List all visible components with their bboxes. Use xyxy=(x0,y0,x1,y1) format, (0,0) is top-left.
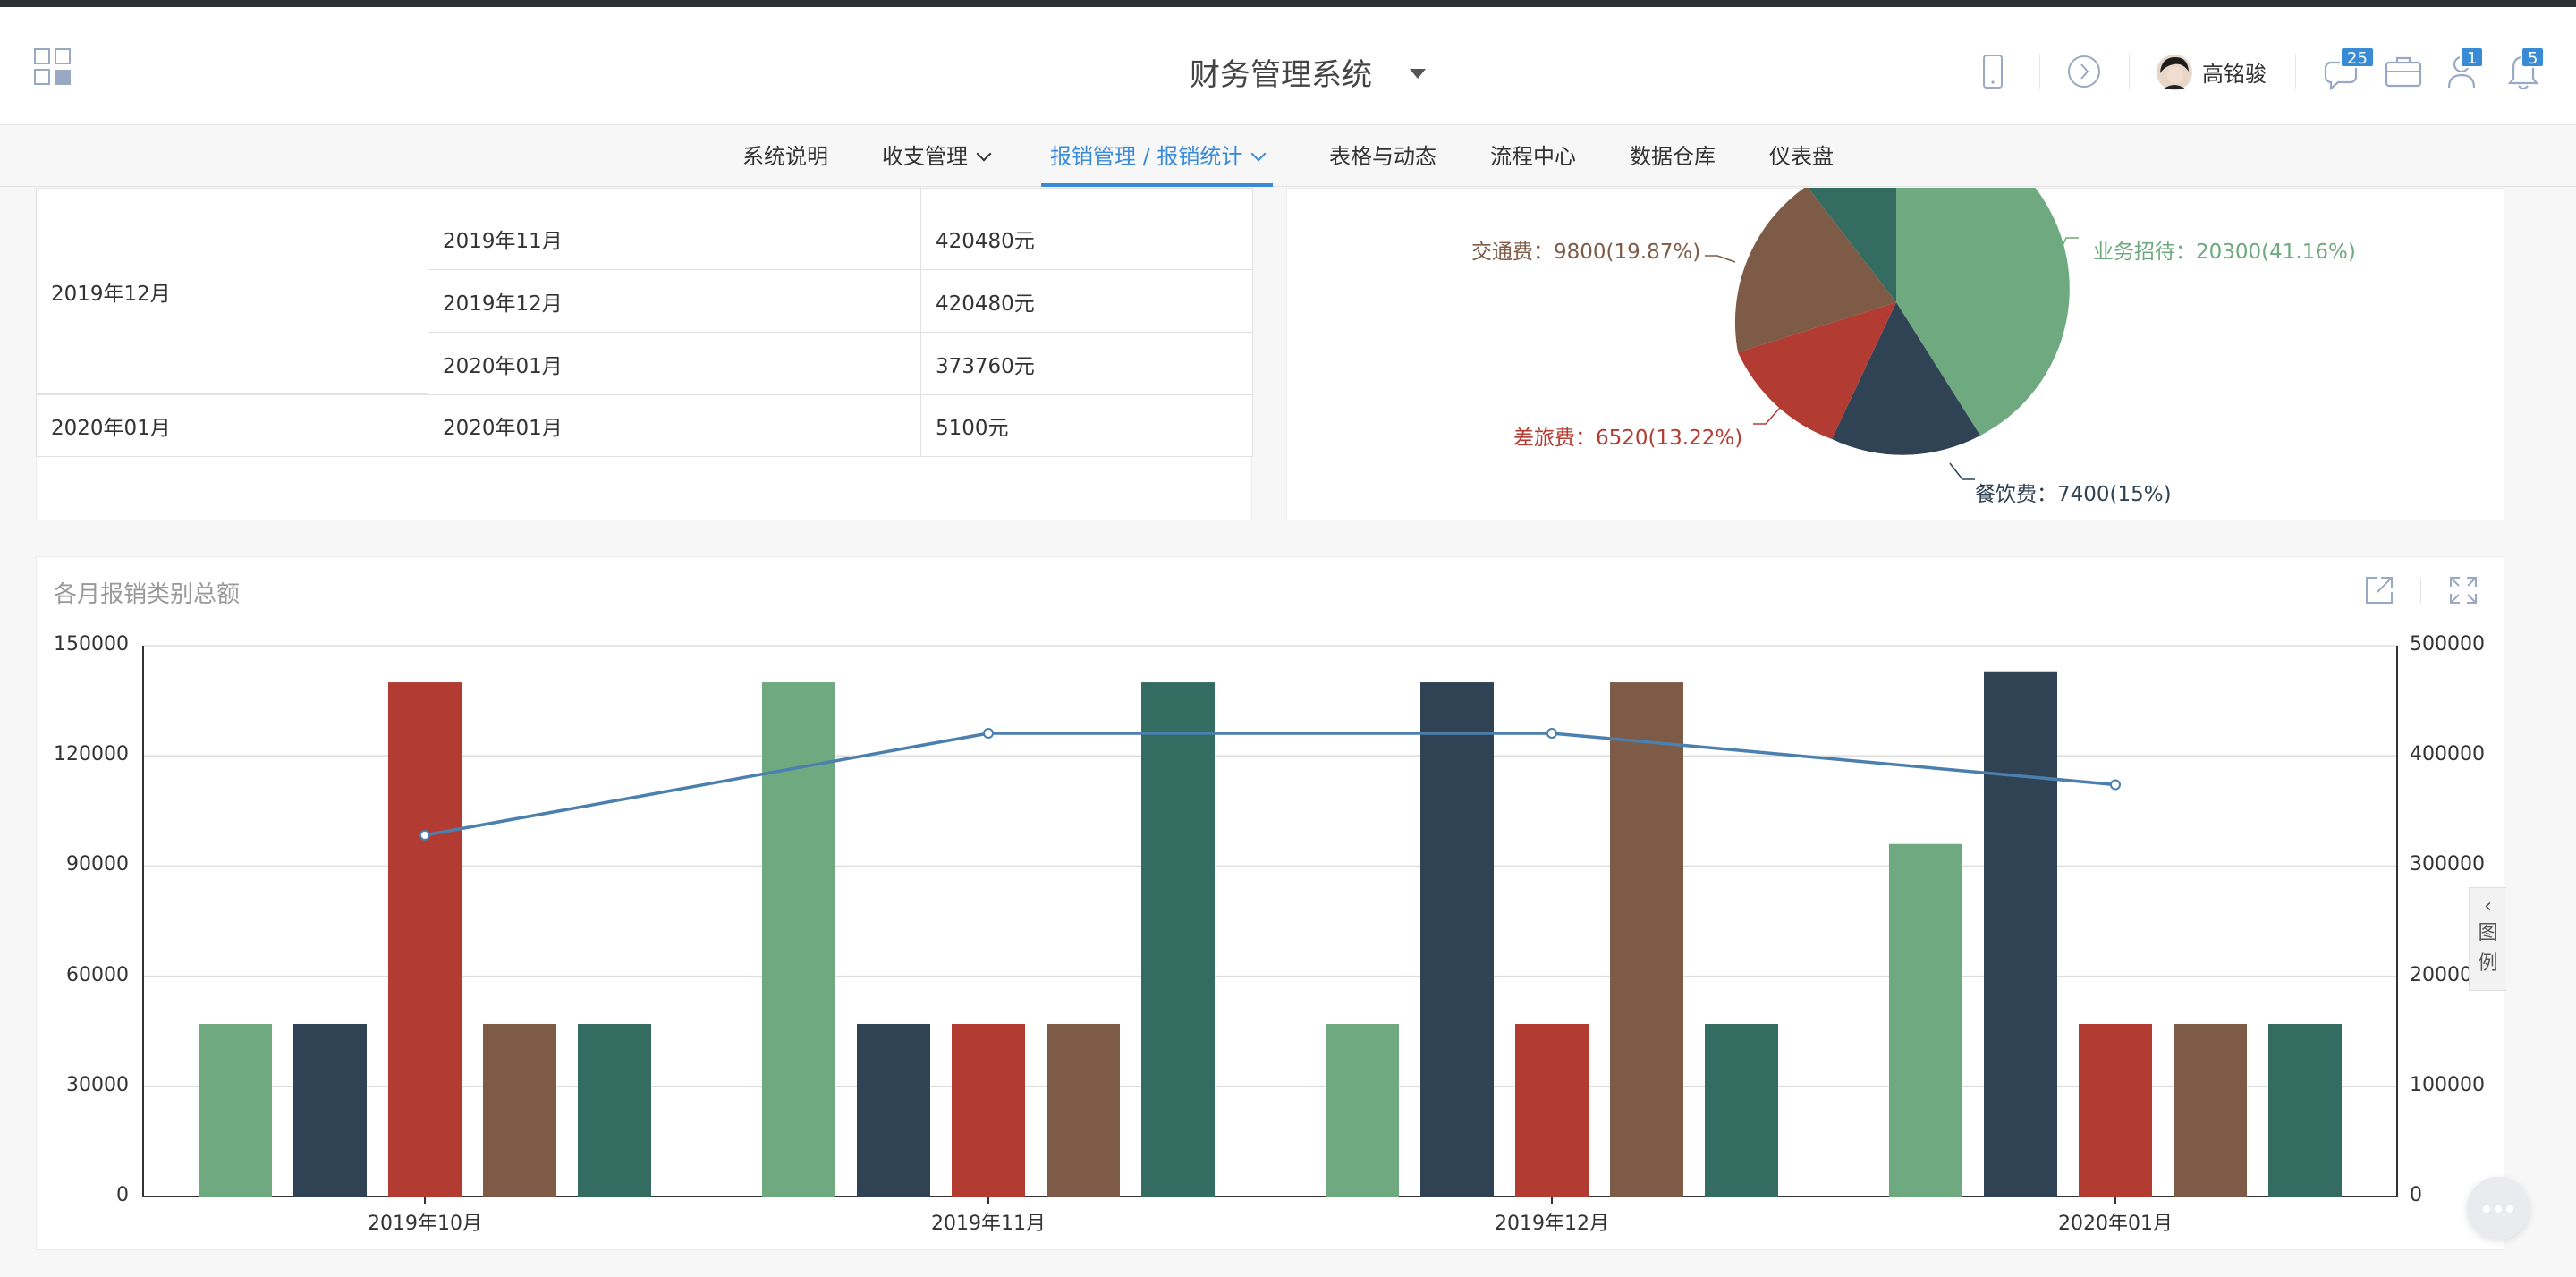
bar[interactable] xyxy=(388,682,462,1197)
legend-toggle[interactable]: ‹ 图例 xyxy=(2469,887,2506,991)
y-left-tick-label: 60000 xyxy=(66,963,129,986)
bar[interactable] xyxy=(1046,1023,1120,1197)
bar[interactable] xyxy=(1610,682,1683,1197)
bar[interactable] xyxy=(857,1023,930,1197)
y-left-tick-label: 150000 xyxy=(54,633,129,655)
dot-icon xyxy=(2506,1205,2513,1213)
y-right-tick-label: 0 xyxy=(2410,1184,2422,1206)
bar[interactable] xyxy=(952,1023,1025,1197)
dot-icon xyxy=(2483,1205,2490,1213)
y-right-tick-label: 100000 xyxy=(2410,1073,2485,1096)
bar[interactable] xyxy=(578,1023,651,1197)
y-left-tick-label: 0 xyxy=(116,1184,129,1206)
y-right-tick-label: 500000 xyxy=(2410,633,2485,655)
bar[interactable] xyxy=(199,1023,272,1197)
more-actions-button[interactable] xyxy=(2467,1177,2529,1239)
y-left-tick-label: 90000 xyxy=(66,853,129,876)
y-right-tick-label: 300000 xyxy=(2410,853,2485,876)
y-right-tick-label: 400000 xyxy=(2410,743,2485,766)
bar[interactable] xyxy=(1420,682,1494,1197)
bar[interactable] xyxy=(2268,1023,2342,1197)
line-series xyxy=(424,732,2116,837)
bar-chart xyxy=(142,645,2398,1204)
bar[interactable] xyxy=(1705,1023,1778,1197)
bar[interactable] xyxy=(762,682,835,1197)
bar[interactable] xyxy=(2079,1023,2152,1197)
line-point[interactable] xyxy=(983,727,994,739)
legend-toggle-label: 图例 xyxy=(2478,922,2498,975)
bar[interactable] xyxy=(1889,843,1962,1197)
line-point[interactable] xyxy=(2110,779,2121,791)
bar[interactable] xyxy=(1984,671,2057,1197)
dot-icon xyxy=(2495,1205,2502,1213)
line-point[interactable] xyxy=(1546,727,1557,739)
bar[interactable] xyxy=(293,1023,367,1197)
bar[interactable] xyxy=(483,1023,556,1197)
bar[interactable] xyxy=(2174,1023,2247,1197)
bar[interactable] xyxy=(1326,1023,1399,1197)
line-point[interactable] xyxy=(419,829,430,841)
bar[interactable] xyxy=(1141,682,1215,1197)
bar[interactable] xyxy=(1515,1023,1589,1197)
x-tick-label: 2020年01月 xyxy=(2058,1213,2173,1235)
x-tick-label: 2019年10月 xyxy=(368,1213,482,1235)
chevron-left-icon: ‹ xyxy=(2484,895,2492,918)
x-tick-label: 2019年12月 xyxy=(1495,1213,1609,1235)
y-left-tick-label: 30000 xyxy=(66,1073,129,1096)
y-left-tick-label: 120000 xyxy=(54,743,129,766)
x-tick-label: 2019年11月 xyxy=(931,1213,1046,1235)
